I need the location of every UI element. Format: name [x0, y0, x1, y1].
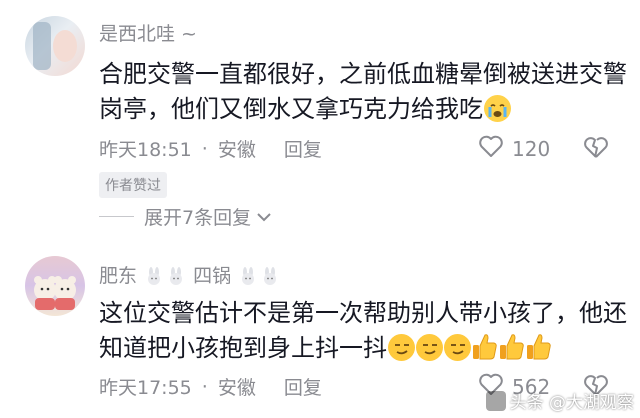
bunny-icon — [261, 267, 279, 285]
timestamp: 昨天17:55 — [99, 377, 192, 399]
thumbs-up-emoji-icon — [471, 332, 498, 361]
smirk-emoji-icon — [444, 334, 471, 361]
heart-icon — [478, 134, 504, 163]
author-liked-badge: 作者赞过 — [99, 172, 167, 198]
comment-text: 这位交警估计不是第一次帮助别人带小孩了，他还知道把小孩抱到身上抖一抖 — [99, 296, 634, 366]
separator-dot: · — [201, 375, 208, 398]
bunny-icon — [239, 267, 257, 285]
broken-heart-icon — [583, 137, 609, 163]
comment-item: 是西北哇 ~ 合肥交警一直都很好，之前低血糖晕倒被送进交警岗亭，他们又倒水又拿巧… — [0, 0, 640, 245]
username[interactable]: 是西北哇 ~ — [99, 19, 197, 46]
location: 安徽 — [217, 377, 256, 399]
dislike-button[interactable] — [583, 135, 609, 163]
comment-text-content: 合肥交警一直都很好，之前低血糖晕倒被送进交警岗亭，他们又倒水又拿巧克力给我吃 — [99, 60, 627, 123]
location: 安徽 — [217, 139, 256, 161]
divider-line — [99, 216, 134, 217]
toutiao-logo-icon — [485, 390, 506, 411]
watermark: 头条 @大湖观察 — [485, 388, 634, 413]
username-part: 四锅 — [193, 265, 232, 287]
expand-replies-label: 展开7条回复 — [144, 207, 252, 229]
avatar[interactable] — [25, 256, 85, 316]
expand-replies-button[interactable]: 展开7条回复 — [99, 203, 271, 230]
reply-button[interactable]: 回复 — [284, 373, 322, 400]
chevron-down-icon — [257, 212, 271, 222]
smirk-emoji-icon — [388, 334, 415, 361]
separator-dot: · — [201, 137, 208, 160]
thumbs-up-emoji-icon — [498, 332, 525, 361]
bunny-icon — [167, 267, 185, 285]
comment-text: 合肥交警一直都很好，之前低血糖晕倒被送进交警岗亭，他们又倒水又拿巧克力给我吃 — [99, 57, 634, 127]
reply-button[interactable]: 回复 — [284, 135, 322, 162]
watermark-text: 头条 @大湖观察 — [509, 393, 634, 413]
crying-emoji-icon — [484, 95, 511, 122]
username-part: 肥东 — [99, 265, 138, 287]
like-count: 120 — [512, 136, 551, 161]
smirk-emoji-icon — [416, 334, 443, 361]
comment-meta: 昨天18:51 · 安徽 回复 — [99, 135, 322, 162]
avatar[interactable] — [25, 16, 85, 76]
thumbs-up-emoji-icon — [525, 332, 552, 361]
username[interactable]: 肥东 四锅 — [99, 261, 281, 288]
comment-meta: 昨天17:55 · 安徽 回复 — [99, 373, 322, 400]
timestamp: 昨天18:51 — [99, 139, 192, 161]
bunny-icon — [145, 267, 163, 285]
like-button[interactable]: 120 — [478, 134, 550, 163]
